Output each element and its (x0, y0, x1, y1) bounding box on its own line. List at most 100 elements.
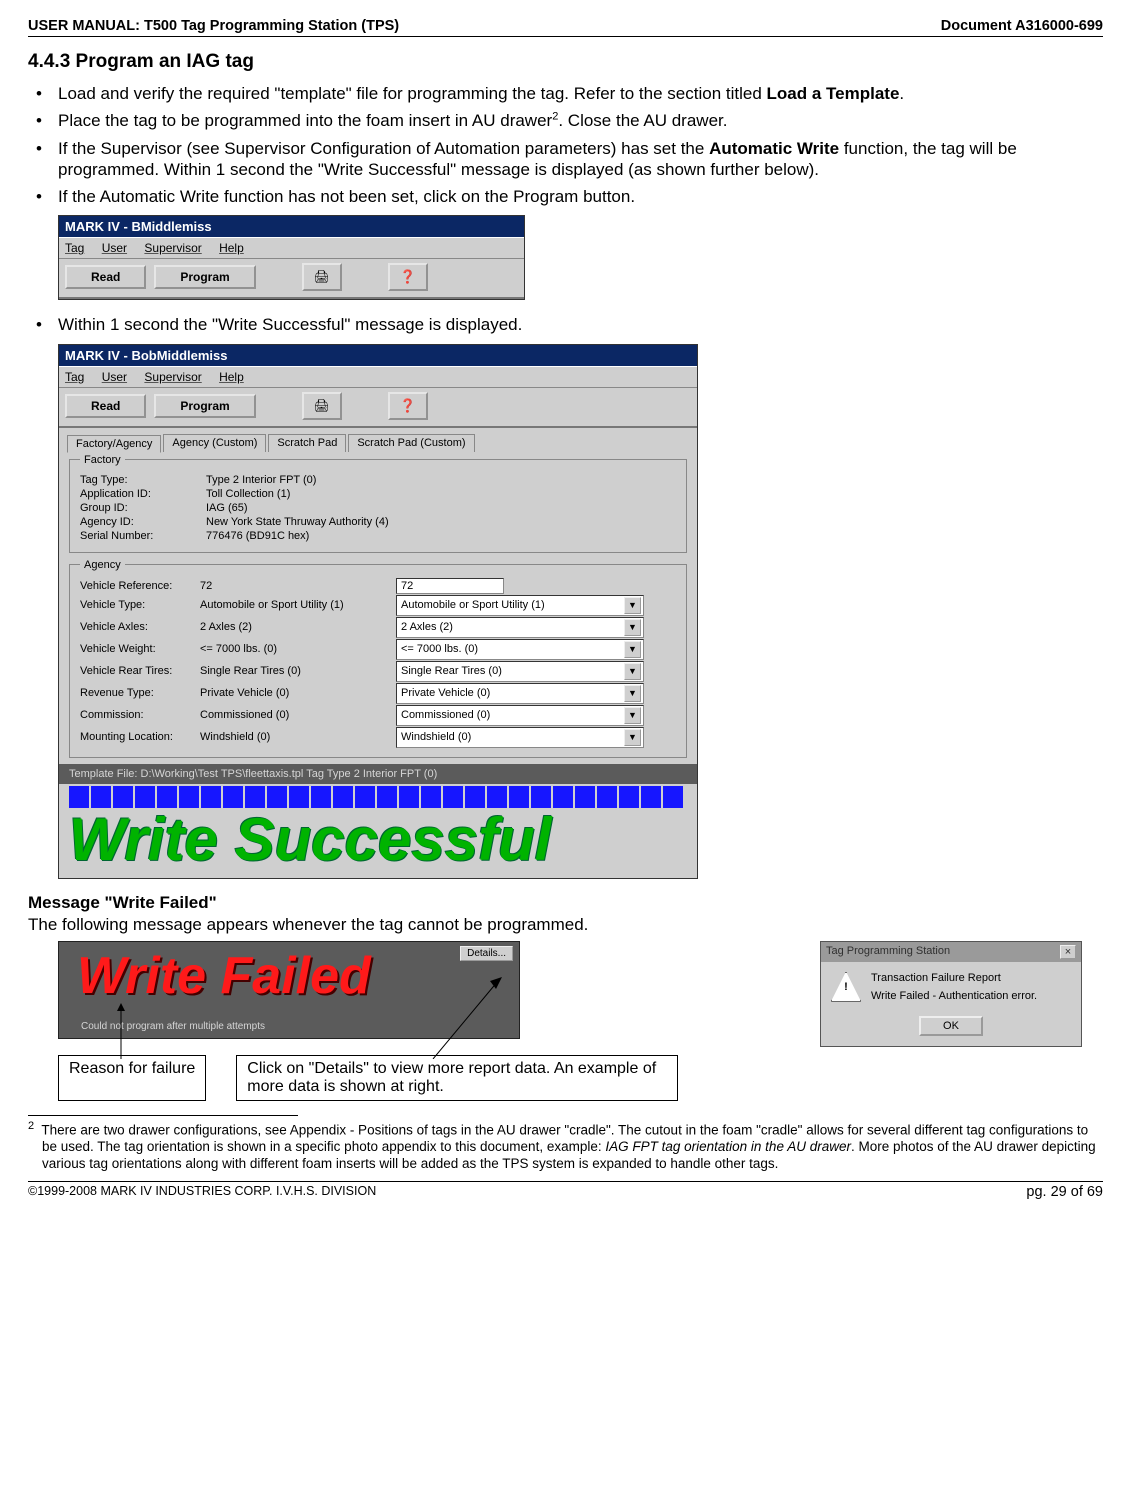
read-button[interactable]: Read (65, 265, 146, 289)
value: Commissioned (0) (200, 709, 390, 721)
label: Vehicle Axles: (80, 621, 200, 633)
text: Transaction Failure Report (871, 972, 1037, 984)
chevron-down-icon[interactable]: ▼ (624, 729, 641, 746)
section-heading: 4.4.3 Program an IAG tag (28, 51, 1103, 73)
footer-right: pg. 29 of 69 (1026, 1184, 1103, 1200)
combo-box[interactable]: Single Rear Tires (0)▼ (396, 661, 644, 682)
label: Commission: (80, 709, 200, 721)
label: Application ID: (80, 488, 200, 500)
combo-box[interactable]: <= 7000 lbs. (0)▼ (396, 639, 644, 660)
menubar: Tag User Supervisor Help (59, 366, 697, 388)
dialog-titlebar: Tag Programming Station × (821, 942, 1081, 962)
factory-row: Application ID: Toll Collection (1) (80, 488, 676, 500)
value: New York State Thruway Authority (4) (206, 516, 389, 528)
program-button[interactable]: Program (154, 265, 255, 289)
agency-row: Vehicle Reference:7272 (80, 578, 676, 594)
read-button[interactable]: Read (65, 394, 146, 418)
template-file-bar: Template File: D:\Working\Test TPS\fleet… (59, 764, 697, 784)
write-failed-banner: Write Failed (77, 946, 371, 1006)
ok-button[interactable]: OK (919, 1016, 983, 1036)
label: Vehicle Type: (80, 599, 200, 611)
help-icon[interactable]: ❓ (388, 392, 428, 420)
failure-dialog: Tag Programming Station × ! Transaction … (820, 941, 1082, 1047)
combo-box[interactable]: Commissioned (0)▼ (396, 705, 644, 726)
progress-bar (69, 786, 687, 808)
combo-box[interactable]: Automobile or Sport Utility (1)▼ (396, 595, 644, 616)
label: Agency ID: (80, 516, 200, 528)
chevron-down-icon[interactable]: ▼ (624, 707, 641, 724)
label: Revenue Type: (80, 687, 200, 699)
dialog-title: Tag Programming Station (826, 945, 950, 959)
bullet-item: Within 1 second the "Write Successful" m… (28, 314, 1103, 335)
print-icon[interactable]: 🖨 (302, 392, 342, 420)
text: If the Supervisor (see Supervisor Config… (58, 139, 709, 158)
print-icon[interactable]: 🖨 (302, 263, 342, 291)
combo-box[interactable]: 2 Axles (2)▼ (396, 617, 644, 638)
toolbar: Read Program 🖨 ❓ (59, 259, 524, 299)
text-bold: Load a Template (767, 84, 900, 103)
label: Group ID: (80, 502, 200, 514)
menu-tag[interactable]: Tag (65, 370, 84, 384)
factory-row: Serial Number:776476 (BD91C hex) (80, 530, 676, 542)
text-bold: Automatic Write (709, 139, 839, 158)
value: 2 Axles (2) (200, 621, 390, 633)
value: Private Vehicle (0) (200, 687, 390, 699)
combo-box[interactable]: Windshield (0)▼ (396, 727, 644, 748)
agency-row: Vehicle Weight:<= 7000 lbs. (0)<= 7000 l… (80, 639, 676, 660)
value: 776476 (BD91C hex) (206, 530, 309, 542)
menu-supervisor[interactable]: Supervisor (144, 370, 201, 384)
agency-row: Commission:Commissioned (0) Commissioned … (80, 705, 676, 726)
toolbar-screenshot-small: MARK IV - BMiddlemiss Tag User Superviso… (58, 215, 525, 300)
value: Toll Collection (1) (206, 488, 290, 500)
page: USER MANUAL: T500 Tag Programming Statio… (0, 0, 1131, 1210)
chevron-down-icon[interactable]: ▼ (624, 663, 641, 680)
chevron-down-icon[interactable]: ▼ (624, 597, 641, 614)
close-icon[interactable]: × (1060, 945, 1076, 959)
write-failed-reason: Could not program after multiple attempt… (81, 1021, 265, 1032)
text: . (899, 84, 904, 103)
callout-reason: Reason for failure (58, 1055, 206, 1101)
write-successful-banner: Write Successful (59, 810, 697, 878)
value: <= 7000 lbs. (0) (200, 643, 390, 655)
agency-row: Vehicle Rear Tires: Single Rear Tires (0)… (80, 661, 676, 682)
menu-user[interactable]: User (102, 241, 127, 255)
agency-row: Revenue Type:Private Vehicle (0) Private … (80, 683, 676, 704)
text: Within 1 second the "Write Successful" m… (58, 315, 522, 334)
chevron-down-icon[interactable]: ▼ (624, 685, 641, 702)
bullet-item: Place the tag to be programmed into the … (28, 110, 1103, 131)
agency-row: Vehicle Axles:2 Axles (2) 2 Axles (2)▼ (80, 617, 676, 638)
footnote-rule (28, 1115, 298, 1116)
tab-agency-custom[interactable]: Agency (Custom) (163, 434, 266, 452)
text-italic: IAG FPT tag orientation in the AU drawer (605, 1139, 851, 1154)
chevron-down-icon[interactable]: ▼ (624, 619, 641, 636)
tab-scratch-pad-custom[interactable]: Scratch Pad (Custom) (348, 434, 474, 452)
text-input[interactable]: 72 (396, 578, 504, 594)
header-bar: USER MANUAL: T500 Tag Programming Statio… (28, 18, 1103, 37)
factory-row: Agency ID: New York State Thruway Authori… (80, 516, 676, 528)
menu-tag[interactable]: Tag (65, 241, 84, 255)
chevron-down-icon[interactable]: ▼ (624, 641, 641, 658)
tab-strip: Factory/Agency Agency (Custom) Scratch P… (59, 428, 697, 452)
write-failed-screenshot: Details... Write Failed Could not progra… (58, 941, 520, 1039)
tab-factory-agency[interactable]: Factory/Agency (67, 435, 161, 453)
combo-box[interactable]: Private Vehicle (0)▼ (396, 683, 644, 704)
agency-row: Vehicle Type:Automobile or Sport Utility… (80, 595, 676, 616)
value: Automobile or Sport Utility (1) (200, 599, 390, 611)
program-button[interactable]: Program (154, 394, 255, 418)
warning-icon: ! (831, 972, 861, 1002)
value: Type 2 Interior FPT (0) (206, 474, 316, 486)
text: Place the tag to be programmed into the … (58, 111, 552, 130)
help-icon[interactable]: ❓ (388, 263, 428, 291)
menu-help[interactable]: Help (219, 370, 244, 384)
label: Tag Type: (80, 474, 200, 486)
menu-user[interactable]: User (102, 370, 127, 384)
factory-row: Tag Type: Type 2 Interior FPT (0) (80, 474, 676, 486)
label: Vehicle Rear Tires: (80, 665, 200, 677)
write-failed-intro: The following message appears whenever t… (28, 915, 1103, 935)
tab-scratch-pad[interactable]: Scratch Pad (268, 434, 346, 452)
menu-supervisor[interactable]: Supervisor (144, 241, 201, 255)
bullet-list: Load and verify the required "template" … (28, 83, 1103, 207)
footer-left: ©1999-2008 MARK IV INDUSTRIES CORP. I.V.… (28, 1184, 376, 1200)
menu-help[interactable]: Help (219, 241, 244, 255)
details-button[interactable]: Details... (460, 946, 513, 961)
